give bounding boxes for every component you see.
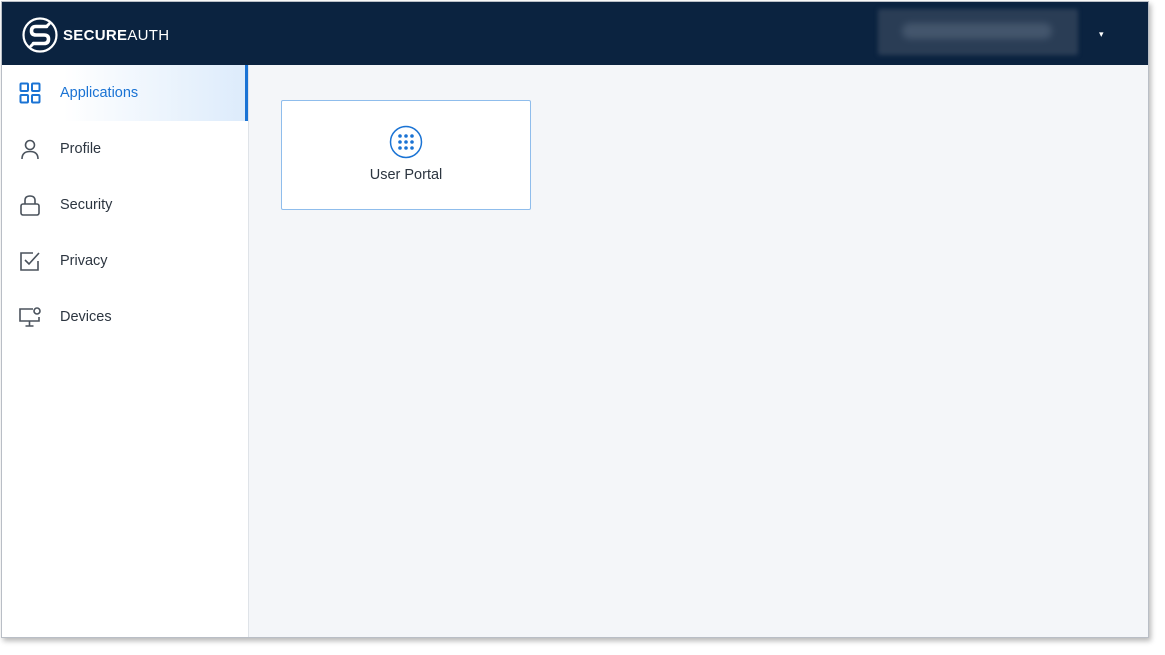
lock-icon <box>18 193 42 217</box>
sidebar-item-devices[interactable]: Devices <box>2 289 248 345</box>
user-account-menu[interactable] <box>878 9 1078 55</box>
sidebar-item-applications[interactable]: Applications <box>2 65 248 121</box>
sidebar-item-label: Privacy <box>60 253 108 269</box>
app-tile-label: User Portal <box>369 167 443 183</box>
checkbox-icon <box>18 249 42 273</box>
brand-name-light: AUTH <box>127 26 170 44</box>
monitor-icon <box>18 305 42 329</box>
sidebar-item-label: Applications <box>60 85 139 101</box>
secureauth-logo-icon <box>22 17 58 53</box>
sidebar-item-profile[interactable]: Profile <box>2 121 248 177</box>
brand-logo[interactable]: SECUREAUTH <box>22 17 169 53</box>
brand-name-bold: SECURE <box>63 26 128 44</box>
sidebar-item-privacy[interactable]: Privacy <box>2 233 248 289</box>
chevron-down-icon[interactable]: ▾ <box>1099 29 1104 40</box>
sidebar-item-label: Profile <box>60 141 102 157</box>
sidebar-nav: Applications Profile Security Privacy De… <box>2 65 249 637</box>
sidebar-item-security[interactable]: Security <box>2 177 248 233</box>
app-window: SECUREAUTH ▾ Applications Profile Securi… <box>1 1 1149 638</box>
brand-name: SECUREAUTH <box>63 27 169 44</box>
user-icon <box>18 137 42 161</box>
main-content: User Portal <box>250 65 1148 637</box>
dots-grid-icon <box>389 125 423 159</box>
app-tile-user-portal[interactable]: User Portal <box>281 100 531 210</box>
sidebar-item-label: Devices <box>60 309 112 325</box>
top-bar: SECUREAUTH ▾ <box>2 2 1148 65</box>
grid-icon <box>18 81 42 105</box>
sidebar-item-label: Security <box>60 197 113 213</box>
redacted-username <box>902 23 1052 39</box>
